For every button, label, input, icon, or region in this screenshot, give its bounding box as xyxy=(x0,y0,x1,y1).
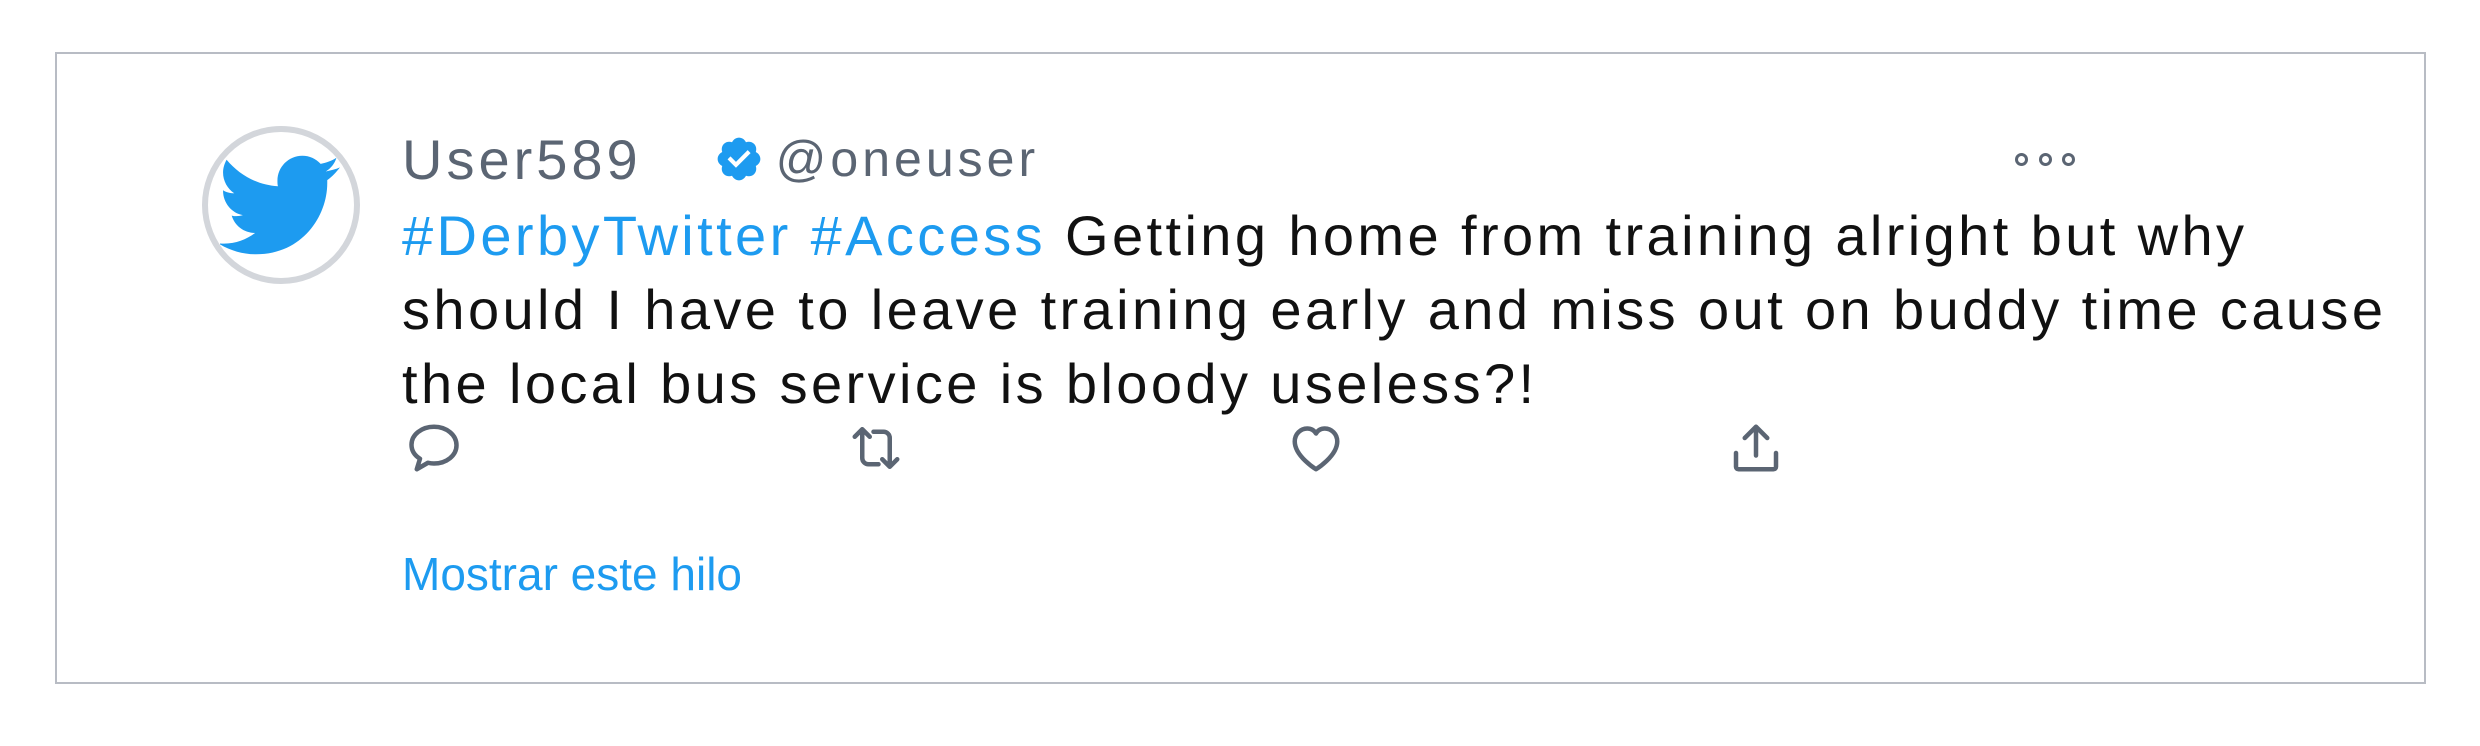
verified-badge-icon xyxy=(714,134,764,184)
hashtag-link[interactable]: #Access xyxy=(811,204,1046,267)
twitter-bird-icon xyxy=(220,155,340,255)
show-thread-link[interactable]: Mostrar este hilo xyxy=(402,547,742,601)
tweet-header: User589 @oneuser xyxy=(402,124,1039,194)
retweet-icon[interactable] xyxy=(844,416,908,480)
more-options-icon[interactable] xyxy=(2015,147,2075,171)
hashtag-link[interactable]: #DerbyTwitter xyxy=(402,204,792,267)
display-name[interactable]: User589 xyxy=(402,127,642,192)
tweet-text: #DerbyTwitter #Access Getting home from … xyxy=(402,199,2442,421)
like-icon[interactable] xyxy=(1284,416,1348,480)
tweet-actions xyxy=(402,416,1802,486)
share-icon[interactable] xyxy=(1724,416,1788,480)
reply-icon[interactable] xyxy=(402,416,466,480)
tweet-card[interactable]: User589 @oneuser #DerbyTwitter #Access G… xyxy=(55,52,2426,684)
user-handle[interactable]: @oneuser xyxy=(776,130,1039,188)
avatar[interactable] xyxy=(202,126,360,284)
